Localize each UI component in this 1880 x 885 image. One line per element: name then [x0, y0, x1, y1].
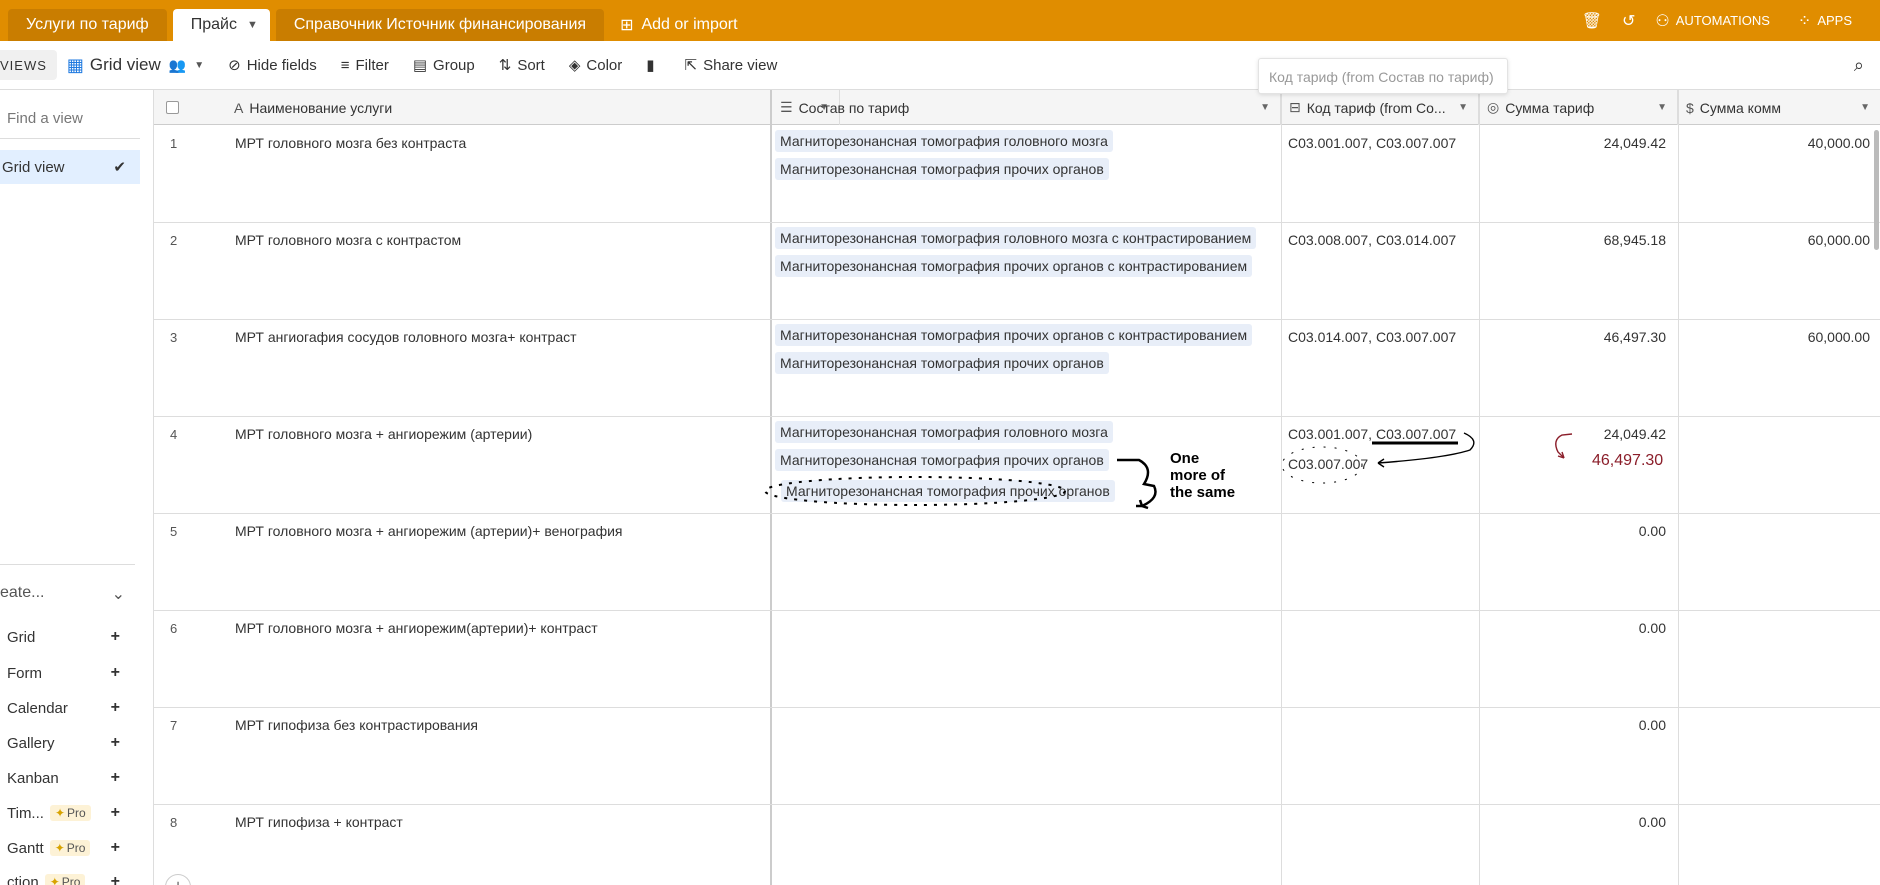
plus-icon: + [110, 664, 120, 681]
chevron-down-icon: ⌄ [111, 586, 125, 603]
view-type-label: Calendar [7, 699, 68, 717]
pro-badge: ✦ Pro [44, 874, 86, 885]
view-type-label: Form [7, 664, 42, 682]
create-timeline-view[interactable]: Tim... ✦ Pro + [7, 804, 120, 822]
grid-icon: ▦ [66, 54, 84, 75]
view-toolbar: VIEWS ▦ Grid view 👥 ▼ ⊘ Hide fields ≡ Filter … [0, 41, 1880, 90]
plus-icon: + [110, 804, 120, 821]
tooltip-text: Код тариф (from Состав по тариф) [1269, 69, 1494, 85]
group-button[interactable]: ▤ Group [412, 56, 475, 75]
annotation-label: One more of the same [1170, 450, 1236, 501]
view-type-label: Grid [7, 628, 36, 646]
view-type-label: Gantt [7, 839, 44, 857]
view-type-label: Gallery [7, 734, 55, 752]
row-height-button[interactable]: ▮ [646, 56, 660, 74]
data-grid: A Наименование услуги ▼ ☰ Состав по тариф ▼ … [154, 90, 1880, 885]
create-calendar-view[interactable]: Calendar + [7, 699, 120, 717]
plus-icon: + [110, 628, 120, 645]
annotation-text: One more of the same [1170, 450, 1240, 501]
view-type-label: Kanban [7, 769, 59, 787]
tab-label: Услуги по тариф [26, 16, 149, 33]
pro-label: Pro [61, 875, 81, 885]
create-gantt-view[interactable]: Gantt ✦ Pro + [7, 839, 120, 857]
sparkle-icon: ✦ [54, 806, 65, 820]
find-view-input[interactable]: Find a view [7, 110, 83, 127]
create-gallery-view[interactable]: Gallery + [7, 734, 120, 752]
add-import-button[interactable]: ⊞ Add or import [610, 9, 747, 41]
apps-label: APPS [1817, 13, 1852, 28]
sparkle-icon: ✦ [54, 841, 65, 855]
tab-label: Прайс [190, 16, 237, 33]
view-type-label: Tim... [7, 804, 44, 822]
sort-label: Sort [517, 56, 545, 74]
grid-view-selector[interactable]: ▦ Grid view 👥 ▼ [67, 55, 204, 76]
plus-icon: + [110, 769, 120, 786]
users-icon: 👥 [168, 56, 187, 73]
plus-icon: + [110, 734, 120, 751]
apps-icon: ⁘ [1797, 12, 1812, 30]
tab-prais[interactable]: Прайс ▼ [172, 9, 270, 41]
check-icon: ✔ [113, 159, 126, 176]
view-type-label: ction [7, 873, 39, 885]
filter-label: Filter [355, 56, 389, 74]
pro-badge: ✦ Pro [49, 840, 91, 856]
plus-icon: + [110, 873, 120, 885]
group-icon: ▤ [412, 57, 428, 74]
chevron-down-icon: ▼ [194, 59, 205, 71]
divider [0, 138, 140, 139]
sidebar-view-grid[interactable]: Grid view ✔ [0, 150, 140, 184]
views-toggle[interactable]: VIEWS [0, 50, 57, 80]
sparkle-icon: ✦ [49, 875, 60, 885]
create-section-view[interactable]: ction ✦ Pro + [7, 873, 120, 885]
views-sidebar: Find a view Grid view ✔ eate... ⌄ Grid + Fo… [0, 90, 154, 885]
eye-off-icon: ⊘ [228, 57, 241, 74]
create-grid-view[interactable]: Grid + [7, 628, 120, 646]
add-import-label: Add or import [641, 16, 738, 33]
column-tooltip: Код тариф (from Состав по тариф) [1258, 58, 1508, 94]
views-label: VIEWS [0, 57, 47, 73]
pro-label: Pro [66, 841, 86, 855]
grid-view-label: Grid view [89, 55, 161, 74]
create-label: eate... [0, 584, 45, 601]
share-view-button[interactable]: ⇱ Share view [684, 56, 778, 75]
filter-icon: ≡ [340, 56, 350, 74]
share-view-label: Share view [703, 56, 778, 74]
color-label: Color [586, 56, 623, 74]
pro-badge: ✦ Pro [49, 805, 91, 821]
view-label: Grid view [2, 158, 65, 176]
share-icon: ⇱ [684, 57, 698, 74]
tab-spravochnik[interactable]: Справочник Источник финансирования [275, 9, 605, 41]
apps-button[interactable]: ⁘ APPS [1798, 11, 1866, 31]
filter-button[interactable]: ≡ Filter [341, 57, 389, 74]
history-icon[interactable]: ↺ [1622, 11, 1641, 31]
trash-icon[interactable]: 🗑 [1582, 11, 1608, 31]
automations-label: AUTOMATIONS [1675, 13, 1770, 28]
create-view-toggle[interactable]: eate... ⌄ [0, 584, 125, 604]
pro-label: Pro [67, 806, 86, 820]
divider [0, 564, 135, 565]
sort-icon: ⇅ [498, 57, 512, 74]
tab-uslugi[interactable]: Услуги по тариф [8, 9, 167, 41]
tab-label: Справочник Источник финансирования [293, 16, 587, 33]
row-height-icon: ▮ [646, 57, 655, 74]
sort-button[interactable]: ⇅ Sort [498, 56, 545, 75]
top-right-actions: 🗑 ↺ ⚇ AUTOMATIONS ⁘ APPS [1582, 0, 1880, 41]
hide-fields-button[interactable]: ⊘ Hide fields [228, 56, 317, 75]
search-icon[interactable]: ⌕ [1854, 55, 1864, 76]
chevron-down-icon[interactable]: ▼ [247, 19, 258, 31]
create-form-view[interactable]: Form + [7, 664, 120, 682]
automations-icon: ⚇ [1655, 12, 1670, 30]
automations-button[interactable]: ⚇ AUTOMATIONS [1655, 11, 1783, 31]
plus-icon: ⊞ [620, 17, 634, 34]
create-kanban-view[interactable]: Kanban + [7, 769, 120, 787]
plus-icon: + [110, 699, 120, 716]
vertical-scrollbar[interactable] [1874, 130, 1879, 250]
find-view-placeholder: Find a view [7, 110, 83, 127]
paint-bucket-icon: ◈ [568, 57, 581, 74]
hide-fields-label: Hide fields [246, 56, 317, 74]
annotation-overlay [764, 432, 1573, 510]
color-button[interactable]: ◈ Color [568, 56, 623, 75]
group-label: Group [433, 56, 475, 74]
plus-icon: + [110, 839, 120, 856]
